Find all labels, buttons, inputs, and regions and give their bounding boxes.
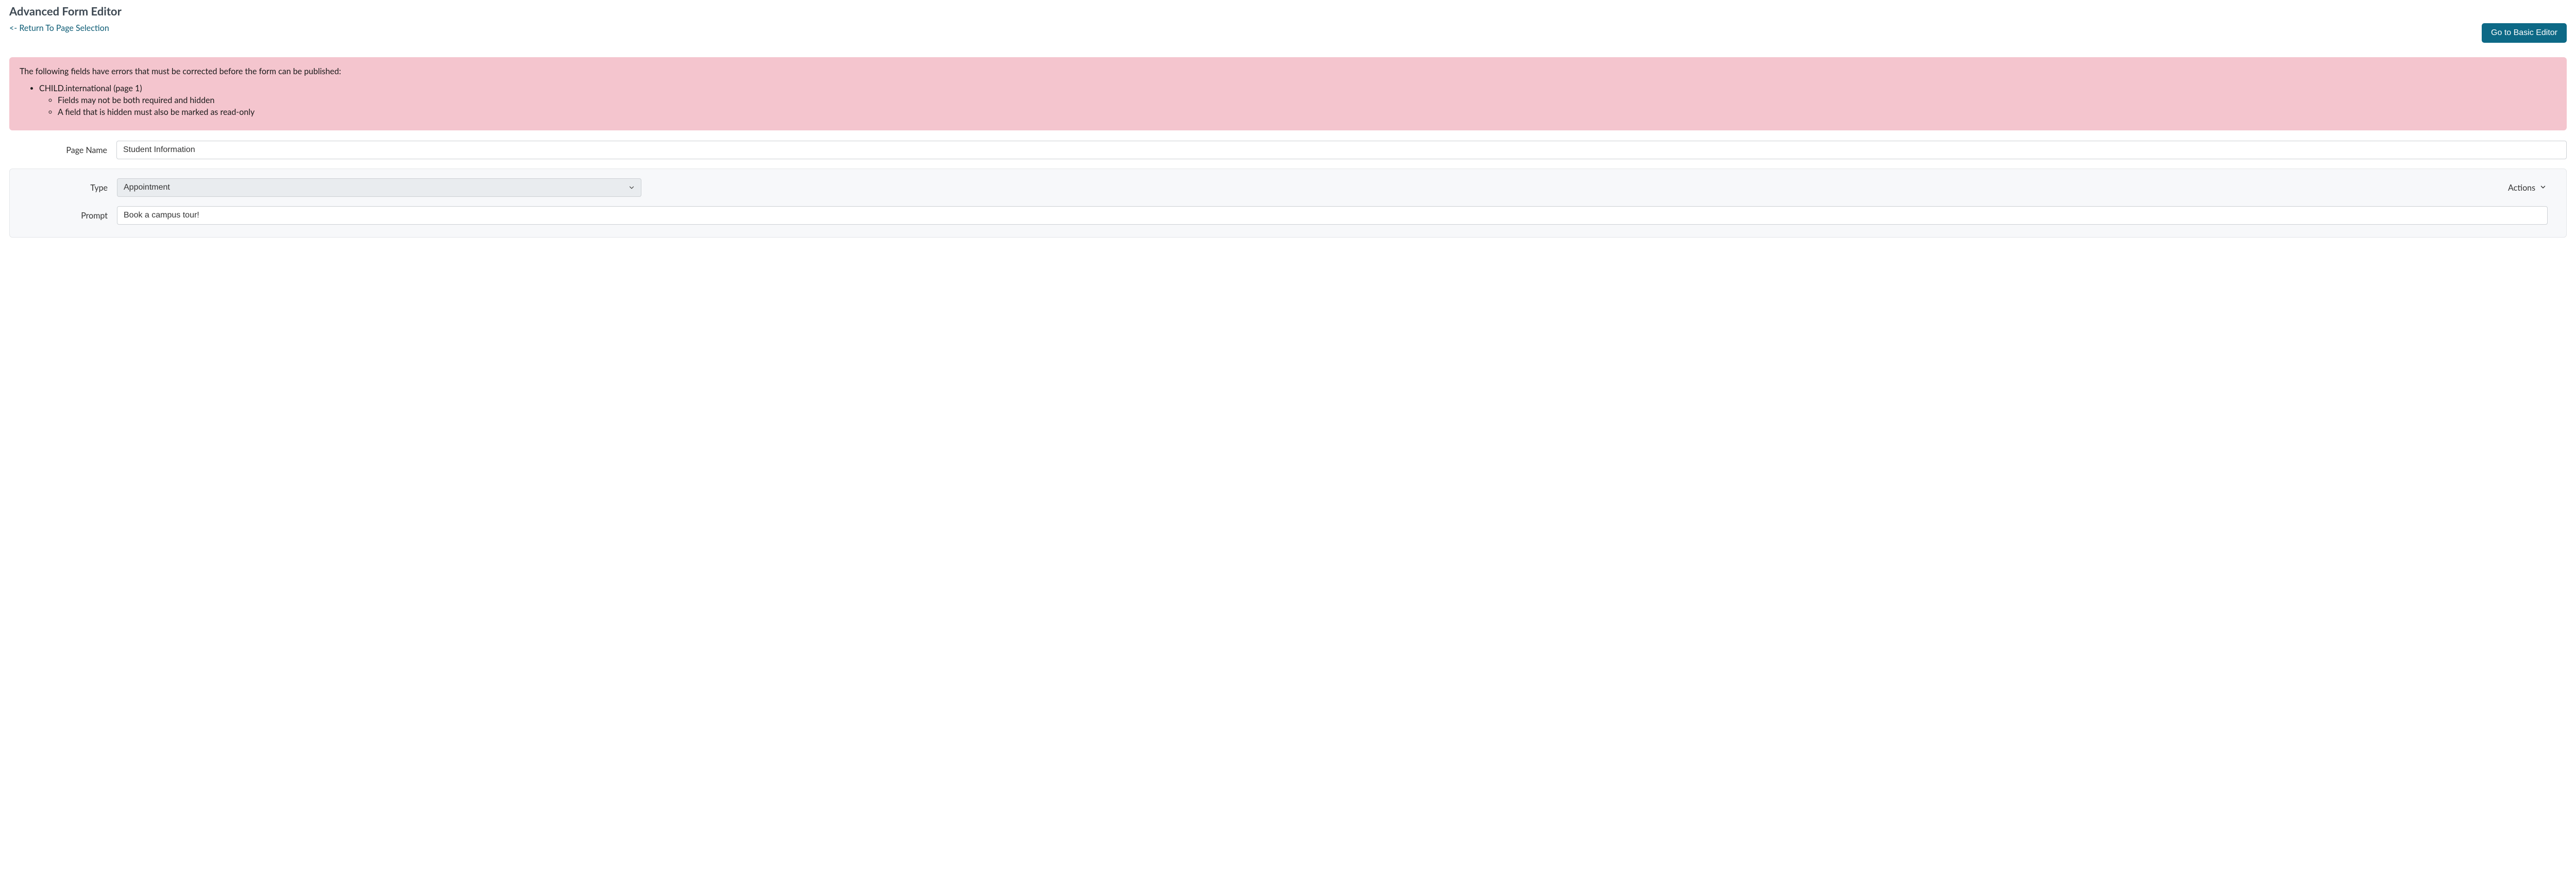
header-row: <- Return To Page Selection Go to Basic … [9, 23, 2567, 43]
error-field-list: CHILD.international (page 1) Fields may … [20, 83, 2556, 118]
error-message: Fields may not be both required and hidd… [58, 94, 2556, 106]
error-field-item: CHILD.international (page 1) Fields may … [39, 83, 2556, 118]
error-field-name: CHILD.international (page 1) [39, 83, 142, 93]
prompt-input-wrap [117, 206, 2557, 225]
page-name-row: Page Name [9, 141, 2567, 159]
return-to-page-selection-link[interactable]: <- Return To Page Selection [9, 23, 109, 33]
type-label: Type [10, 183, 117, 193]
prompt-input[interactable] [117, 206, 2548, 225]
error-panel: The following fields have errors that mu… [9, 57, 2567, 130]
type-select-wrap [117, 178, 641, 197]
actions-label: Actions [2508, 183, 2535, 193]
page-name-input[interactable] [116, 141, 2567, 159]
go-to-basic-editor-button[interactable]: Go to Basic Editor [2482, 23, 2567, 43]
type-select[interactable] [117, 178, 641, 197]
page-title: Advanced Form Editor [9, 4, 2567, 18]
actions-dropdown[interactable]: Actions [2508, 183, 2557, 193]
page-name-label: Page Name [9, 145, 116, 155]
error-message: A field that is hidden must also be mark… [58, 106, 2556, 118]
type-row: Type Actions [10, 178, 2557, 197]
error-intro-text: The following fields have errors that mu… [20, 66, 2556, 76]
error-messages-list: Fields may not be both required and hidd… [39, 94, 2556, 118]
prompt-label: Prompt [10, 211, 117, 221]
chevron-down-icon [2539, 183, 2547, 193]
prompt-row: Prompt [10, 206, 2557, 225]
field-config-panel: Type Actions Prompt [9, 169, 2567, 238]
